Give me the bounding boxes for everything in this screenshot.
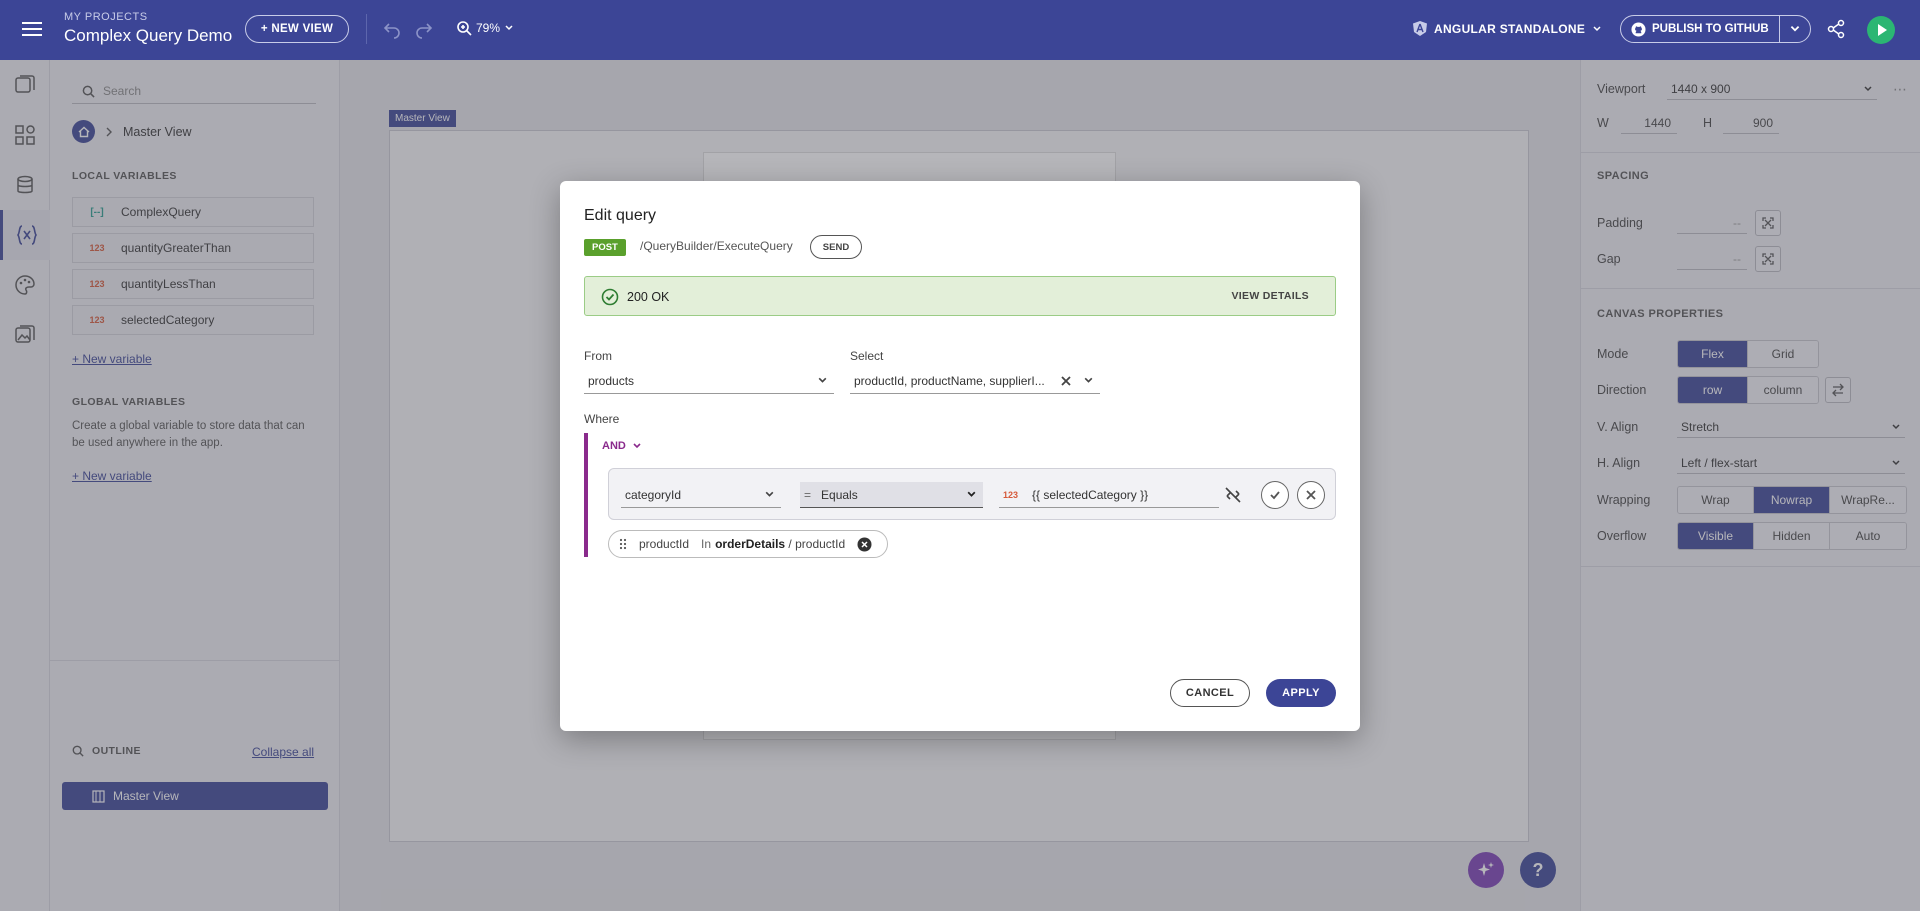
chevron-down-icon (1084, 377, 1093, 383)
drag-handle-icon[interactable] (619, 538, 627, 550)
condition-operator-select[interactable]: = Equals (800, 482, 983, 508)
where-group-bar (584, 433, 588, 557)
select-value: productId, productName, supplierI... (854, 373, 1045, 388)
equals-icon: = (804, 487, 812, 502)
new-view-button[interactable]: + NEW VIEW (245, 15, 349, 43)
unbind-icon[interactable] (1224, 486, 1242, 507)
condition-field: categoryId (625, 487, 682, 502)
status-text: 200 OK (627, 290, 670, 304)
close-icon (1306, 490, 1316, 500)
publish-button-group: PUBLISH TO GITHUB (1620, 15, 1811, 43)
menu-icon[interactable] (20, 18, 44, 42)
status-ok: 200 OK (601, 288, 669, 306)
http-method-badge: POST (584, 239, 626, 256)
framework-selector[interactable]: ANGULAR STANDALONE (1413, 21, 1602, 36)
chevron-down-icon (1593, 25, 1601, 31)
cancel-button[interactable]: CANCEL (1170, 679, 1250, 707)
and-label: AND (602, 440, 626, 452)
angular-icon (1413, 21, 1427, 36)
select-fields-select[interactable]: productId, productName, supplierI... (850, 368, 1100, 394)
publish-dropdown[interactable] (1780, 16, 1810, 42)
endpoint-path: /QueryBuilder/ExecuteQuery (640, 239, 793, 253)
close-circle-icon[interactable] (857, 537, 872, 552)
where-label: Where (584, 412, 620, 426)
subquery-condition-chip[interactable]: productId In orderDetails / productId (608, 530, 888, 558)
chevron-down-icon (505, 25, 513, 31)
publish-label: PUBLISH TO GITHUB (1652, 23, 1769, 35)
from-select[interactable]: products (584, 368, 834, 394)
toolbar-divider (366, 14, 367, 44)
number-type-icon: 123 (1003, 489, 1019, 500)
chip-target: productId (795, 537, 846, 551)
run-button[interactable] (1867, 16, 1895, 44)
top-bar: MY PROJECTS Complex Query Demo + NEW VIE… (0, 0, 1920, 60)
condition-value-input[interactable]: 123 {{ selectedCategory }} (999, 482, 1219, 508)
and-operator-select[interactable]: AND (602, 440, 642, 452)
undo-icon[interactable] (381, 19, 403, 41)
condition-value: {{ selectedCategory }} (1032, 487, 1149, 502)
chevron-down-icon (633, 443, 641, 449)
dialog-title: Edit query (584, 207, 657, 224)
confirm-condition-button[interactable] (1261, 481, 1289, 509)
share-icon[interactable] (1826, 19, 1848, 41)
publish-button[interactable]: PUBLISH TO GITHUB (1621, 16, 1780, 42)
edit-query-dialog: Edit query POST /QueryBuilder/ExecuteQue… (560, 181, 1360, 731)
chevron-down-icon (765, 491, 774, 497)
chip-operator: In (701, 537, 712, 551)
apply-button[interactable]: APPLY (1266, 679, 1336, 707)
from-value: products (588, 373, 635, 388)
condition-row: categoryId = Equals 123 {{ selectedCateg… (608, 468, 1336, 520)
zoom-value: 79% (476, 21, 501, 35)
response-status-bar: 200 OK VIEW DETAILS (584, 276, 1336, 316)
condition-field-select[interactable]: categoryId (621, 482, 781, 508)
framework-label: ANGULAR STANDALONE (1434, 21, 1586, 36)
project-name: Complex Query Demo (64, 26, 233, 45)
project-info: MY PROJECTS Complex Query Demo (64, 11, 232, 46)
zoom-icon (457, 21, 472, 36)
select-label: Select (850, 349, 884, 363)
check-circle-icon (601, 288, 619, 306)
chip-source: orderDetails (715, 537, 786, 551)
chip-separator: / (785, 537, 796, 551)
send-button[interactable]: SEND (810, 235, 862, 259)
chevron-down-icon (967, 491, 976, 497)
zoom-control[interactable]: 79% (456, 20, 514, 36)
chip-field: productId (639, 537, 690, 551)
view-details-button[interactable]: VIEW DETAILS (1232, 290, 1310, 302)
projects-label[interactable]: MY PROJECTS (64, 11, 232, 23)
redo-icon[interactable] (413, 19, 435, 41)
check-icon (1270, 491, 1280, 500)
clear-icon[interactable] (1061, 375, 1071, 386)
github-icon (1631, 21, 1646, 37)
chevron-down-icon (818, 377, 827, 383)
condition-operator: Equals (821, 487, 858, 502)
from-label: From (584, 349, 612, 363)
chevron-down-icon (1790, 25, 1799, 32)
remove-condition-button[interactable] (1297, 481, 1325, 509)
